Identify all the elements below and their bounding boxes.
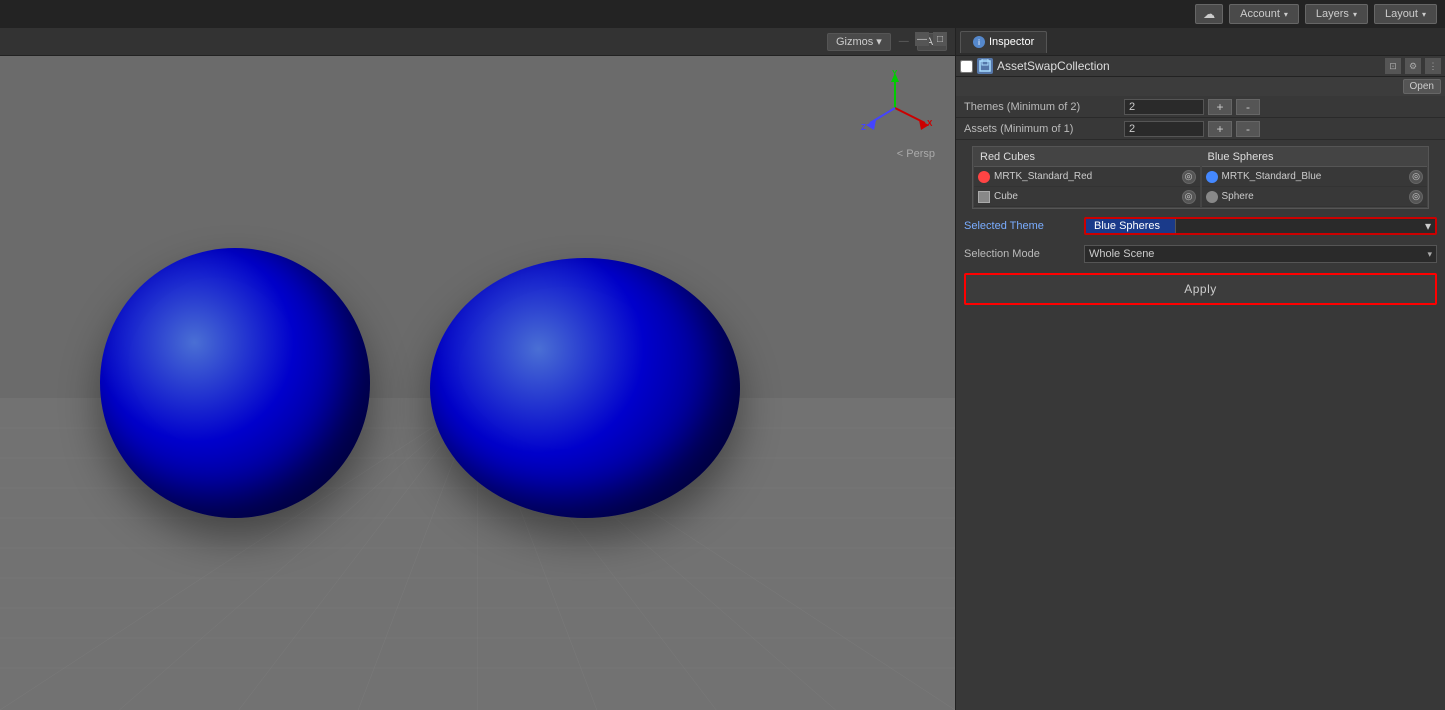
account-chevron-icon: ▾ bbox=[1284, 10, 1288, 19]
selection-mode-row: Selection Mode Whole Scene ▾ bbox=[956, 243, 1445, 265]
sphere-2 bbox=[430, 258, 740, 518]
selected-theme-arrow-icon: ▾ bbox=[1425, 219, 1431, 233]
assets-minus-button[interactable]: - bbox=[1236, 121, 1260, 137]
theme-grid-wrapper: Red Cubes MRTK_Standard_Red ◎ Cube ◎ bbox=[964, 146, 1437, 209]
blue-spheres-material-row[interactable]: MRTK_Standard_Blue ◎ bbox=[1202, 167, 1428, 187]
blue-spheres-mesh-row[interactable]: Sphere ◎ bbox=[1202, 187, 1428, 207]
layout-button[interactable]: Layout ▾ bbox=[1374, 4, 1437, 24]
blue-material-name: MRTK_Standard_Blue bbox=[1222, 171, 1406, 182]
sphere-1 bbox=[100, 248, 370, 518]
main-area: Gizmos ▾ — All — □ bbox=[0, 28, 1445, 710]
red-cubes-mesh-row[interactable]: Cube ◎ bbox=[974, 187, 1200, 207]
themes-plus-button[interactable]: + bbox=[1208, 99, 1232, 115]
open-button[interactable]: Open bbox=[1403, 79, 1441, 94]
selected-theme-label: Selected Theme bbox=[964, 220, 1084, 232]
apply-button-wrapper: Apply bbox=[964, 273, 1437, 305]
theme-col-blue-spheres: Blue Spheres MRTK_Standard_Blue ◎ Sphere… bbox=[1201, 147, 1429, 208]
account-label: Account bbox=[1240, 8, 1280, 20]
red-material-name: MRTK_Standard_Red bbox=[994, 171, 1178, 182]
themes-minus-button[interactable]: - bbox=[1236, 99, 1260, 115]
obj-title: AssetSwapCollection bbox=[997, 59, 1385, 73]
sphere-mesh-icon bbox=[1206, 191, 1218, 203]
svg-text:Z: Z bbox=[861, 123, 866, 132]
viewport[interactable]: Gizmos ▾ — All — □ bbox=[0, 28, 955, 710]
gizmo: Y X Z bbox=[855, 68, 935, 148]
svg-text:X: X bbox=[927, 119, 933, 128]
blue-material-icon bbox=[1206, 171, 1218, 183]
sphere-mesh-select-button[interactable]: ◎ bbox=[1409, 190, 1423, 204]
account-button[interactable]: Account ▾ bbox=[1229, 4, 1299, 24]
settings-button[interactable]: ⚙ bbox=[1405, 58, 1421, 74]
selection-mode-label: Selection Mode bbox=[964, 248, 1084, 260]
red-material-icon bbox=[978, 171, 990, 183]
svg-text:Y: Y bbox=[892, 69, 898, 78]
selection-mode-arrow-icon: ▾ bbox=[1427, 249, 1432, 260]
assets-field-row: Assets (Minimum of 1) + - bbox=[956, 118, 1445, 140]
layout-label: Layout bbox=[1385, 8, 1418, 20]
overflow-button[interactable]: ⋮ bbox=[1425, 58, 1441, 74]
gizmos-label: Gizmos bbox=[836, 36, 873, 48]
persp-label: < Persp bbox=[897, 148, 935, 160]
themes-value[interactable] bbox=[1124, 99, 1204, 115]
selected-theme-dropdown-wrapper: Blue Spheres ▾ bbox=[1084, 217, 1437, 235]
cloud-icon: ☁ bbox=[1203, 7, 1215, 21]
inspector-content: Themes (Minimum of 2) + - Assets (Minimu… bbox=[956, 96, 1445, 710]
minimize-icon[interactable]: — bbox=[915, 32, 929, 46]
top-bar: ☁ Account ▾ Layers ▾ Layout ▾ bbox=[0, 0, 1445, 28]
red-material-select-button[interactable]: ◎ bbox=[1182, 170, 1196, 184]
obj-active-checkbox[interactable] bbox=[960, 60, 973, 73]
selection-mode-dropdown[interactable]: Whole Scene ▾ bbox=[1084, 245, 1437, 263]
red-cubes-material-row[interactable]: MRTK_Standard_Red ◎ bbox=[974, 167, 1200, 187]
layers-chevron-icon: ▾ bbox=[1353, 10, 1357, 19]
maximize-icon[interactable]: □ bbox=[933, 32, 947, 46]
gizmos-button[interactable]: Gizmos ▾ bbox=[827, 33, 891, 51]
viewport-icons: — □ bbox=[915, 32, 947, 46]
red-cubes-header: Red Cubes bbox=[974, 148, 1200, 167]
cube-mesh-icon bbox=[978, 191, 990, 203]
obj-type-icon bbox=[977, 58, 993, 74]
header-icons: ⊡ ⚙ ⋮ bbox=[1385, 58, 1441, 74]
gizmos-chevron-icon: ▾ bbox=[876, 35, 882, 48]
selected-theme-row: Selected Theme Blue Spheres ▾ bbox=[956, 215, 1445, 237]
cube-mesh-name: Cube bbox=[994, 191, 1178, 202]
themes-field-row: Themes (Minimum of 2) + - bbox=[956, 96, 1445, 118]
viewport-toolbar: Gizmos ▾ — All — □ bbox=[0, 28, 955, 56]
layout-chevron-icon: ▾ bbox=[1422, 10, 1426, 19]
theme-col-red-cubes: Red Cubes MRTK_Standard_Red ◎ Cube ◎ bbox=[973, 147, 1201, 208]
bookmark-button[interactable]: ⊡ bbox=[1385, 58, 1401, 74]
layers-label: Layers bbox=[1316, 8, 1349, 20]
themes-label: Themes (Minimum of 2) bbox=[964, 101, 1124, 113]
blue-material-select-button[interactable]: ◎ bbox=[1409, 170, 1423, 184]
layers-button[interactable]: Layers ▾ bbox=[1305, 4, 1368, 24]
blue-spheres-header: Blue Spheres bbox=[1202, 148, 1428, 167]
assets-value[interactable] bbox=[1124, 121, 1204, 137]
inspector-panel: i Inspector AssetSwapCollection ⊡ ⚙ ⋮ O bbox=[955, 28, 1445, 710]
selected-theme-arrow[interactable]: ▾ bbox=[1176, 219, 1435, 233]
assets-label: Assets (Minimum of 1) bbox=[964, 123, 1124, 135]
inspector-tab-label: Inspector bbox=[989, 36, 1034, 48]
open-row: Open bbox=[956, 77, 1445, 96]
cube-mesh-select-button[interactable]: ◎ bbox=[1182, 190, 1196, 204]
selected-theme-value[interactable]: Blue Spheres bbox=[1086, 219, 1176, 233]
theme-grid: Red Cubes MRTK_Standard_Red ◎ Cube ◎ bbox=[972, 146, 1429, 209]
cloud-button[interactable]: ☁ bbox=[1195, 4, 1223, 24]
inspector-tab-icon: i bbox=[973, 36, 985, 48]
apply-button[interactable]: Apply bbox=[966, 275, 1435, 303]
selection-mode-value: Whole Scene bbox=[1089, 248, 1154, 260]
separator: — bbox=[899, 36, 909, 47]
inspector-tab[interactable]: i Inspector bbox=[960, 31, 1047, 53]
assets-plus-button[interactable]: + bbox=[1208, 121, 1232, 137]
sphere-mesh-name: Sphere bbox=[1222, 191, 1406, 202]
inspector-tabs: i Inspector bbox=[956, 28, 1445, 56]
